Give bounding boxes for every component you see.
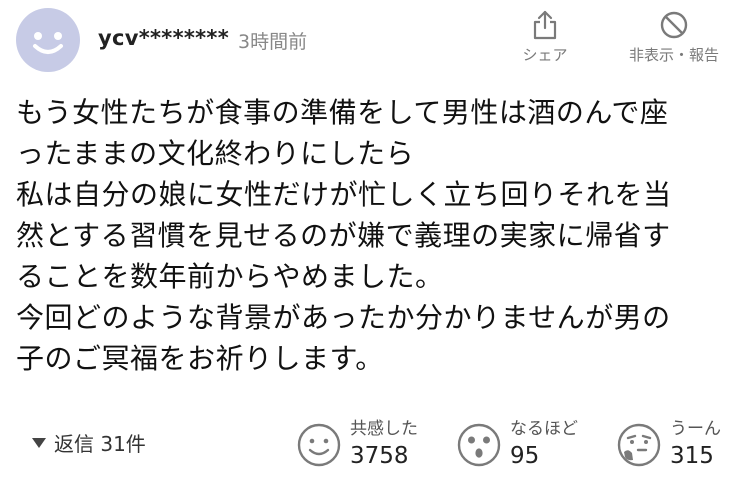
thinking-face-icon: [617, 423, 661, 467]
username[interactable]: ycv********: [98, 26, 229, 50]
reaction-label: うーん: [670, 419, 721, 439]
comment-line: 今回どのような背景があったか分かりませんが男の: [16, 301, 671, 334]
avatar-face-icon: [33, 32, 63, 54]
share-label: シェア: [522, 46, 568, 64]
reaction-naruhodo-button[interactable]: なるほど 95: [456, 415, 578, 475]
reaction-label: なるほど: [510, 419, 578, 439]
share-button[interactable]: シェア: [512, 10, 578, 65]
reaction-empathy-button[interactable]: 共感した 3758: [296, 415, 418, 475]
prohibited-icon: [660, 11, 688, 39]
replies-toggle[interactable]: 返信 31件: [32, 428, 146, 457]
smile-face-icon: [297, 423, 341, 467]
triangle-down-icon: [32, 437, 46, 448]
timestamp: 3時間前: [238, 31, 308, 53]
comment-line: ることを数年前からやめました。: [16, 260, 444, 293]
comment-line: 子のご冥福をお祈りします。: [16, 342, 384, 375]
comment-line: ったままの文化終わりにしたら: [16, 137, 415, 170]
hide-report-label: 非表示・報告: [628, 46, 719, 64]
reaction-count: 315: [670, 443, 714, 469]
avatar[interactable]: [16, 8, 80, 72]
comment-body: もう女性たちが食事の準備をして男性は酒のんで座 ったままの文化終わりにしたら 私…: [16, 92, 740, 379]
reaction-count: 95: [510, 443, 540, 469]
surprised-face-icon: [457, 423, 501, 467]
comment-line: もう女性たちが食事の準備をして男性は酒のんで座: [16, 96, 669, 129]
comment-line: 私は自分の娘に女性だけが忙しく立ち回りそれを当: [16, 178, 672, 211]
share-icon: [533, 10, 557, 40]
reaction-count: 3758: [350, 443, 409, 469]
comment-line: 然とする習慣を見せるのが嫌で義理の実家に帰省す: [16, 219, 671, 252]
reaction-uun-button[interactable]: うーん 315: [616, 415, 721, 475]
reaction-label: 共感した: [350, 419, 418, 439]
replies-label: 返信 31件: [54, 432, 146, 456]
hide-report-button[interactable]: 非表示・報告: [608, 10, 740, 65]
